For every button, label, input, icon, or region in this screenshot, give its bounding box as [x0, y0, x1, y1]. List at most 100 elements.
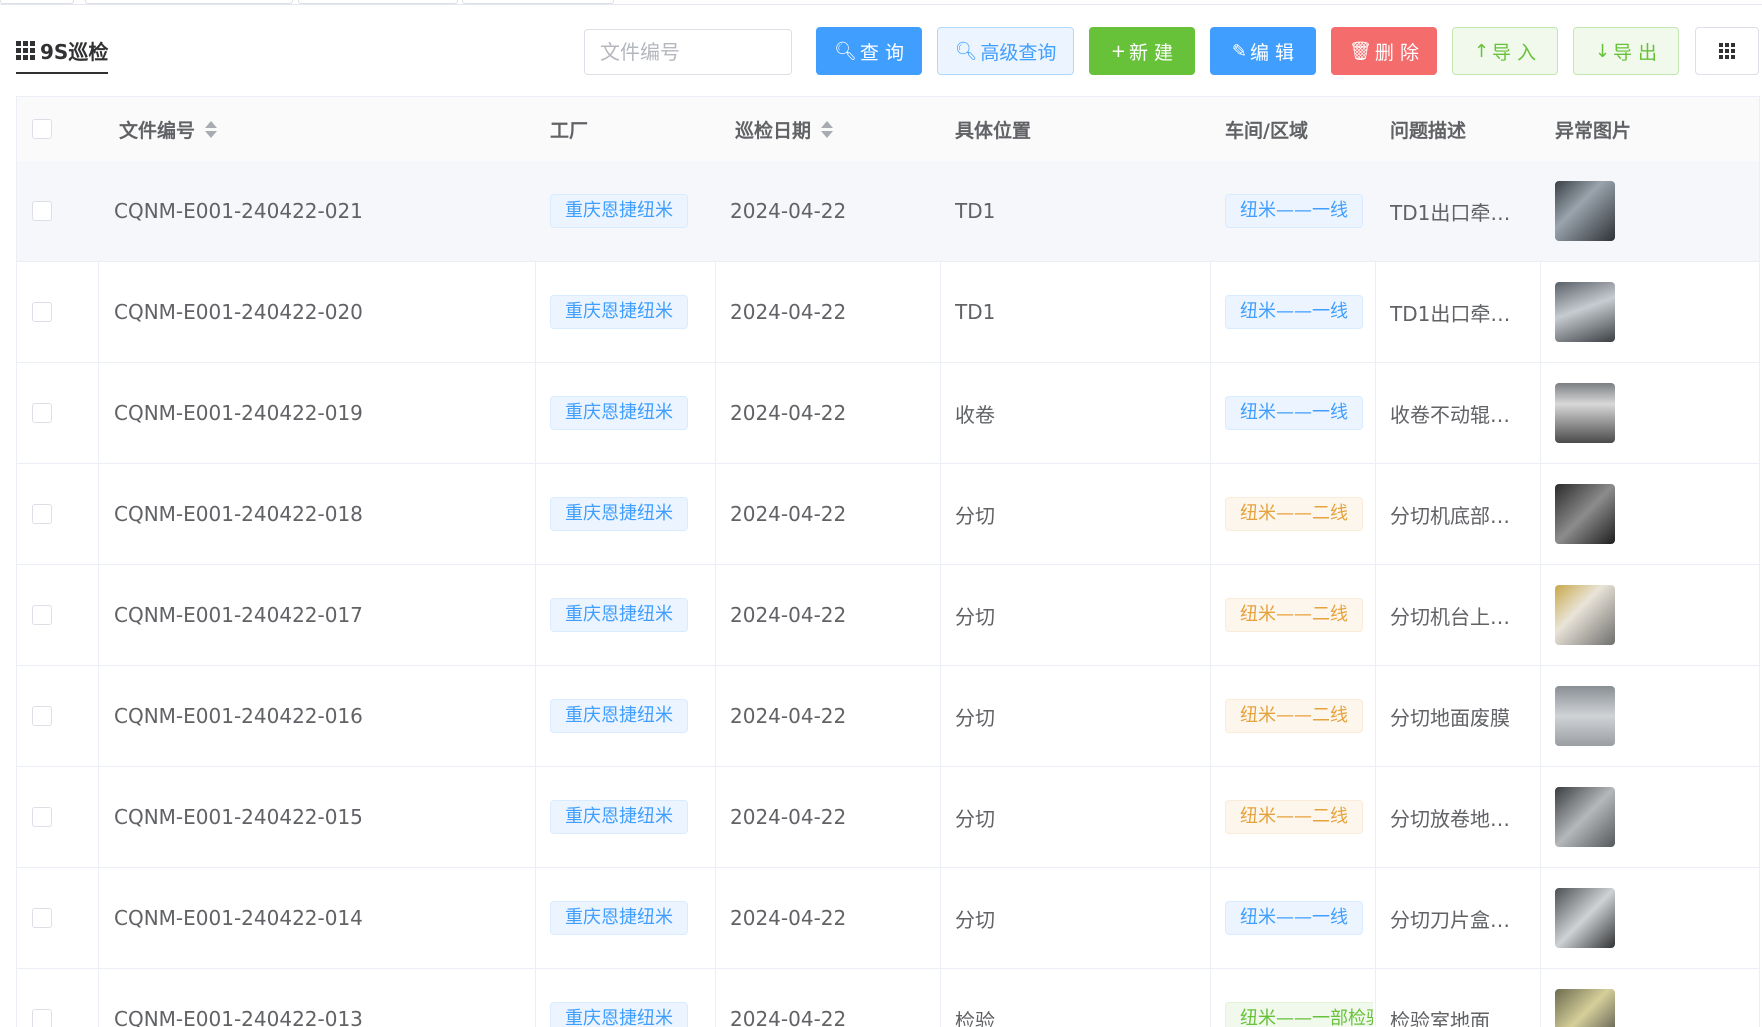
abnormal-image-thumbnail[interactable] — [1555, 282, 1615, 342]
factory-tag: 重庆恩捷纽米 — [550, 598, 688, 632]
doc-no-cell[interactable]: CQNM-E001-240422-016 — [114, 666, 363, 766]
page-title: 9S巡检 — [40, 40, 109, 64]
abnormal-image-thumbnail[interactable] — [1555, 383, 1615, 443]
table-row[interactable]: CQNM-E001-240422-020 重庆恩捷纽米 2024-04-22 TD1 纽… — [17, 262, 1759, 363]
area-cell: 纽米——一线 — [1225, 161, 1373, 261]
factory-tag: 重庆恩捷纽米 — [550, 699, 688, 733]
area-cell: 纽米——一线 — [1225, 363, 1373, 463]
row-checkbox[interactable] — [32, 1009, 52, 1027]
location-cell: 分切 — [955, 503, 995, 528]
row-select-cell[interactable] — [32, 666, 52, 766]
area-cell: 纽米——二线 — [1225, 464, 1373, 564]
image-cell — [1555, 666, 1615, 766]
table-row[interactable]: CQNM-E001-240422-021 重庆恩捷纽米 2024-04-22 TD1 纽… — [17, 161, 1759, 262]
abnormal-image-thumbnail[interactable] — [1555, 989, 1615, 1027]
abnormal-image-thumbnail[interactable] — [1555, 787, 1615, 847]
image-cell — [1555, 767, 1615, 867]
abnormal-image-thumbnail[interactable] — [1555, 181, 1615, 241]
doc-no-cell[interactable]: CQNM-E001-240422-020 — [114, 262, 363, 362]
area-tag: 纽米——一线 — [1225, 194, 1363, 228]
doc-no-cell[interactable]: CQNM-E001-240422-013 — [114, 969, 363, 1027]
table-row[interactable]: CQNM-E001-240422-018 重庆恩捷纽米 2024-04-22 分切 纽米… — [17, 464, 1759, 565]
row-select-cell[interactable] — [32, 565, 52, 665]
location-cell: 分切 — [955, 907, 995, 932]
area-tag: 纽米——二线 — [1225, 699, 1363, 733]
factory-cell: 重庆恩捷纽米 — [550, 363, 688, 463]
row-checkbox[interactable] — [32, 908, 52, 928]
sort-icon[interactable] — [821, 120, 834, 138]
top-tab[interactable] — [0, 0, 74, 4]
page-title-tab[interactable]: 9S巡检 — [16, 36, 109, 74]
top-tab[interactable] — [298, 0, 458, 4]
row-checkbox[interactable] — [32, 403, 52, 423]
column-header-factory: 工厂 — [550, 119, 589, 142]
row-checkbox[interactable] — [32, 302, 52, 322]
area-cell: 纽米——一线 — [1225, 868, 1373, 968]
sort-icon[interactable] — [205, 120, 218, 138]
new-button[interactable]: + 新 建 — [1089, 27, 1195, 75]
row-checkbox[interactable] — [32, 201, 52, 221]
image-cell — [1555, 464, 1615, 564]
trash-icon: 🗑︎ — [1349, 40, 1372, 62]
export-button[interactable]: ↓ 导 出 — [1573, 27, 1679, 75]
area-tag: 纽米——一线 — [1225, 295, 1363, 329]
row-checkbox[interactable] — [32, 605, 52, 625]
location-cell: 分切 — [955, 806, 995, 831]
table-header: 文件编号 工厂 巡检日期 具体位置 车间/区域 问题描述 异常图片 — [17, 97, 1759, 162]
edit-button[interactable]: ✎ 编 辑 — [1210, 27, 1316, 75]
factory-tag: 重庆恩捷纽米 — [550, 497, 688, 531]
row-select-cell[interactable] — [32, 969, 52, 1027]
factory-tag: 重庆恩捷纽米 — [550, 194, 688, 228]
table-row[interactable]: CQNM-E001-240422-017 重庆恩捷纽米 2024-04-22 分切 纽米… — [17, 565, 1759, 666]
date-cell: 2024-04-22 — [730, 502, 847, 526]
advanced-query-button[interactable]: 🔍︎ 高级查询 — [937, 27, 1074, 75]
row-select-cell[interactable] — [32, 464, 52, 564]
row-checkbox[interactable] — [32, 504, 52, 524]
abnormal-image-thumbnail[interactable] — [1555, 888, 1615, 948]
import-button[interactable]: ↑ 导 入 — [1452, 27, 1558, 75]
area-tag: 纽米——一线 — [1225, 396, 1363, 430]
factory-tag: 重庆恩捷纽米 — [550, 901, 688, 935]
row-select-cell[interactable] — [32, 262, 52, 362]
table-row[interactable]: CQNM-E001-240422-015 重庆恩捷纽米 2024-04-22 分切 纽米… — [17, 767, 1759, 868]
doc-no-cell[interactable]: CQNM-E001-240422-017 — [114, 565, 363, 665]
column-header-date[interactable]: 巡检日期 — [735, 97, 834, 161]
table-row[interactable]: CQNM-E001-240422-019 重庆恩捷纽米 2024-04-22 收卷 纽米… — [17, 363, 1759, 464]
date-cell: 2024-04-22 — [730, 704, 847, 728]
query-button[interactable]: 🔍︎ 查 询 — [816, 27, 922, 75]
row-checkbox[interactable] — [32, 706, 52, 726]
doc-no-cell[interactable]: CQNM-E001-240422-014 — [114, 868, 363, 968]
doc-no-cell[interactable]: CQNM-E001-240422-018 — [114, 464, 363, 564]
row-select-cell[interactable] — [32, 161, 52, 261]
row-select-cell[interactable] — [32, 868, 52, 968]
doc-no-cell[interactable]: CQNM-E001-240422-021 — [114, 161, 363, 261]
date-cell: 2024-04-22 — [730, 906, 847, 930]
description-cell: 分切机底部… — [1390, 503, 1510, 528]
column-settings-button[interactable] — [1695, 27, 1759, 75]
row-checkbox[interactable] — [32, 807, 52, 827]
plus-icon: + — [1110, 40, 1127, 62]
image-cell — [1555, 363, 1615, 463]
delete-button[interactable]: 🗑︎ 删 除 — [1331, 27, 1437, 75]
select-all-checkbox[interactable] — [32, 119, 52, 139]
top-tab[interactable] — [85, 0, 293, 4]
doc-no-search-input[interactable] — [584, 29, 792, 75]
row-select-cell[interactable] — [32, 767, 52, 867]
doc-no-cell[interactable]: CQNM-E001-240422-015 — [114, 767, 363, 867]
abnormal-image-thumbnail[interactable] — [1555, 585, 1615, 645]
search-icon: 🔍︎ — [834, 40, 857, 62]
row-select-cell[interactable] — [32, 363, 52, 463]
column-header-doc-no[interactable]: 文件编号 — [119, 97, 218, 161]
factory-cell: 重庆恩捷纽米 — [550, 868, 688, 968]
location-cell: TD1 — [955, 199, 996, 223]
abnormal-image-thumbnail[interactable] — [1555, 484, 1615, 544]
table-row[interactable]: CQNM-E001-240422-014 重庆恩捷纽米 2024-04-22 分切 纽米… — [17, 868, 1759, 969]
search-icon: 🔍︎ — [954, 40, 978, 62]
table-row[interactable]: CQNM-E001-240422-013 重庆恩捷纽米 2024-04-22 检验 纽米… — [17, 969, 1759, 1027]
area-tag: 纽米——一线 — [1225, 901, 1363, 935]
top-tab[interactable] — [462, 0, 614, 4]
table-row[interactable]: CQNM-E001-240422-016 重庆恩捷纽米 2024-04-22 分切 纽米… — [17, 666, 1759, 767]
doc-no-cell[interactable]: CQNM-E001-240422-019 — [114, 363, 363, 463]
select-all-cell[interactable] — [32, 97, 52, 161]
abnormal-image-thumbnail[interactable] — [1555, 686, 1615, 746]
